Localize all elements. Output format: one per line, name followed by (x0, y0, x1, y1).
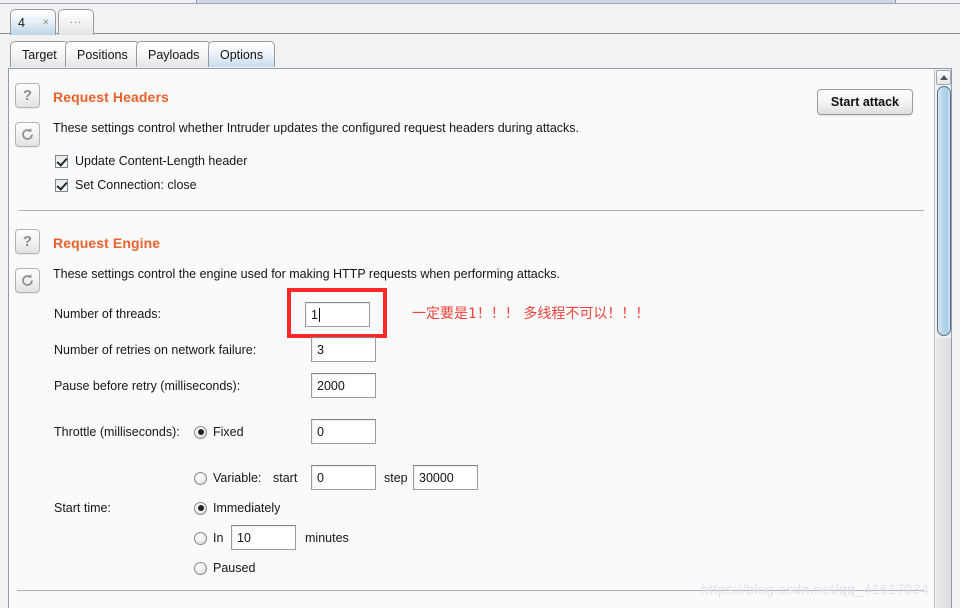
radio-circle-icon (194, 425, 207, 439)
start-time-paused-label: Paused (213, 561, 256, 575)
start-time-minutes-value: 10 (237, 530, 251, 545)
request-engine-title: Request Engine (53, 235, 161, 251)
tab-payloads[interactable]: Payloads (136, 41, 212, 67)
throttle-step-label: step (384, 471, 408, 485)
checkbox-box-icon (55, 178, 68, 192)
triangle-up-icon (939, 75, 948, 80)
question-mark-icon: ? (22, 233, 33, 250)
scrollbar-track[interactable] (936, 338, 951, 608)
attack-tab-more-label: ... (69, 14, 83, 26)
tab-options[interactable]: Options (208, 41, 276, 67)
checkbox-label: Set Connection: close (75, 178, 197, 192)
section-divider-top (19, 210, 924, 211)
tab-payloads-label: Payloads (148, 47, 200, 62)
threads-input[interactable]: 1 (305, 302, 370, 327)
close-x-icon[interactable]: × (43, 17, 49, 28)
checkbox-set-connection-close[interactable]: Set Connection: close (55, 178, 197, 192)
throttle-variable-radio[interactable]: Variable: (194, 471, 261, 485)
throttle-variable-label: Variable: (213, 471, 262, 485)
scrollbar-thumb[interactable] (937, 86, 951, 336)
options-panel: ? Request Headers These settings control… (8, 68, 952, 608)
throttle-fixed-radio[interactable]: Fixed (194, 425, 244, 439)
start-time-paused-radio[interactable]: Paused (194, 561, 255, 575)
request-engine-reset-button[interactable] (15, 268, 40, 293)
tab-target-label: Target (22, 47, 57, 62)
attack-tab-label: 4 (18, 15, 25, 30)
request-headers-title: Request Headers (53, 89, 169, 105)
pause-input[interactable]: 2000 (311, 373, 376, 398)
start-time-immediately-label: Immediately (213, 501, 281, 515)
radio-circle-icon (194, 471, 207, 485)
throttle-step-input[interactable]: 30000 (413, 465, 478, 490)
retries-input[interactable]: 3 (311, 337, 376, 362)
throttle-start-label: start (273, 471, 298, 485)
vertical-scrollbar[interactable] (934, 69, 951, 608)
request-headers-help-button[interactable]: ? (15, 83, 40, 108)
request-headers-reset-button[interactable] (15, 122, 40, 147)
start-time-label: Start time: (54, 501, 111, 515)
attack-tab-4[interactable]: 4 × (10, 9, 56, 35)
request-engine-help-button[interactable]: ? (15, 229, 40, 254)
checkbox-update-content-length[interactable]: Update Content-Length header (55, 154, 247, 168)
radio-circle-icon (194, 501, 207, 515)
start-attack-label: Start attack (830, 95, 899, 109)
radio-circle-icon (194, 561, 207, 575)
intruder-tab-bar: Target Positions Payloads Options (0, 35, 960, 68)
throttle-start-input[interactable]: 0 (311, 465, 376, 490)
pause-label: Pause before retry (milliseconds): (54, 379, 241, 393)
throttle-fixed-label: Fixed (213, 425, 244, 439)
watermark-text: https://blog.csdn.net/qq_41617034 (701, 581, 930, 597)
start-time-in-label: In (213, 531, 224, 545)
scroll-up-button[interactable] (936, 70, 951, 85)
request-engine-description: These settings control the engine used f… (53, 267, 560, 281)
tab-options-label: Options (220, 47, 264, 62)
start-attack-button[interactable]: Start attack (816, 89, 913, 115)
threads-annotation: 一定要是1！！！ 多线程不可以！！！ (412, 306, 650, 322)
burp-intruder-window: 4 × ... Target Positions Payloads Option… (0, 0, 960, 608)
throttle-fixed-input[interactable]: 0 (311, 419, 376, 444)
pause-input-value: 2000 (317, 378, 345, 393)
refresh-arrow-icon (22, 274, 33, 286)
throttle-start-value: 0 (317, 470, 324, 485)
threads-input-value: 1 (311, 307, 318, 322)
tab-positions-label: Positions (77, 47, 128, 62)
attack-tab-bar: 4 × ... (0, 4, 960, 35)
throttle-fixed-value: 0 (317, 424, 324, 439)
request-headers-description: These settings control whether Intruder … (53, 121, 580, 135)
start-time-immediately-radio[interactable]: Immediately (194, 501, 280, 515)
throttle-step-value: 30000 (419, 470, 454, 485)
tab-positions[interactable]: Positions (65, 41, 140, 67)
checkbox-label: Update Content-Length header (75, 154, 248, 168)
question-mark-icon: ? (22, 87, 33, 104)
radio-circle-icon (194, 531, 207, 545)
start-time-minutes-suffix: minutes (305, 531, 349, 545)
throttle-label: Throttle (milliseconds): (54, 425, 180, 439)
refresh-arrow-icon (22, 128, 33, 140)
retries-label: Number of retries on network failure: (54, 343, 257, 357)
checkbox-box-icon (55, 154, 68, 168)
top-frame-accent (196, 0, 896, 3)
retries-input-value: 3 (317, 342, 324, 357)
tab-target[interactable]: Target (10, 41, 69, 67)
start-time-minutes-input[interactable]: 10 (231, 525, 296, 550)
attack-tab-more[interactable]: ... (58, 9, 94, 35)
threads-label: Number of threads: (54, 307, 161, 321)
text-caret (318, 307, 320, 322)
start-time-in-radio[interactable]: In (194, 531, 223, 545)
